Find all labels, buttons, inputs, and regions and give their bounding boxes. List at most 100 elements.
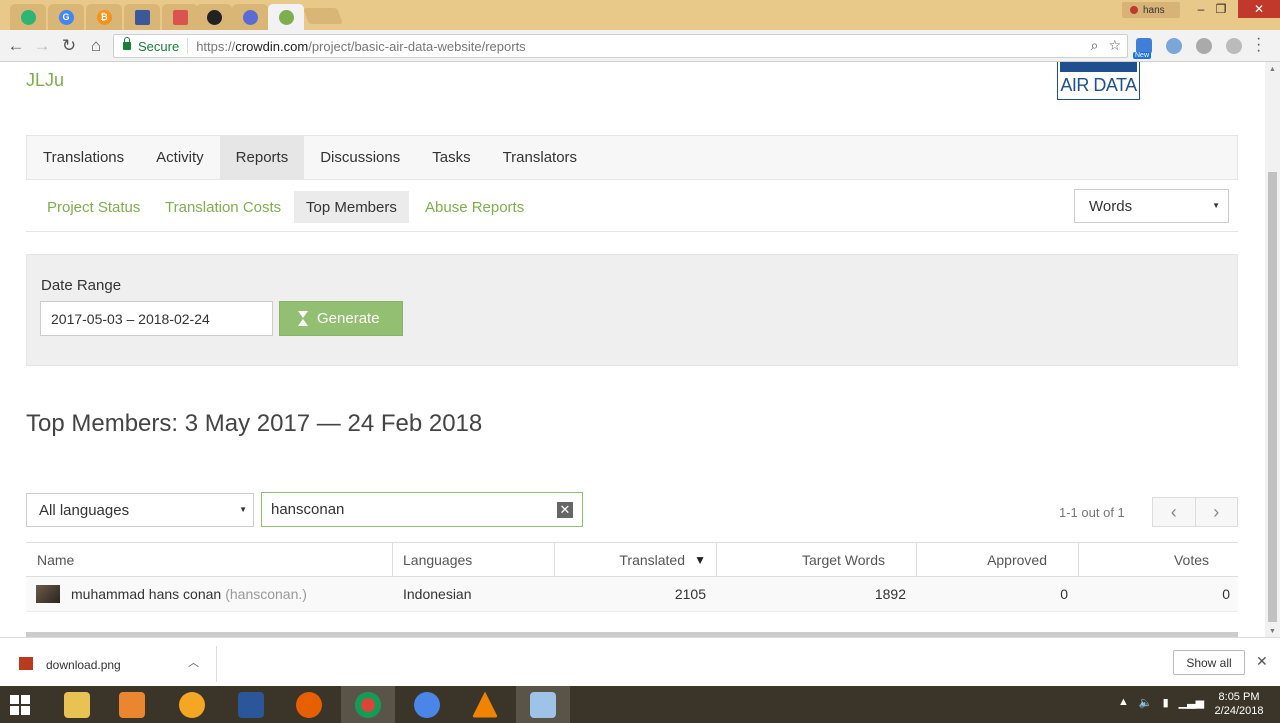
tab-discussions[interactable]: Discussions — [304, 136, 416, 179]
scroll-up-icon[interactable]: ▲ — [1269, 66, 1276, 73]
column-votes[interactable]: Votes — [1079, 543, 1238, 576]
column-translated[interactable]: Translated ▼ — [555, 543, 717, 576]
file-explorer-icon[interactable] — [50, 686, 104, 723]
column-name[interactable]: Name — [26, 543, 393, 576]
menu-kebab-icon[interactable]: · · · — [1256, 31, 1261, 59]
restore-button[interactable]: ❐ — [1206, 0, 1236, 18]
divider — [216, 646, 217, 682]
subnav-abuse-reports[interactable]: Abuse Reports — [413, 191, 536, 223]
profile-icon — [1130, 6, 1138, 14]
member-votes: 0 — [1222, 586, 1230, 602]
paint-icon[interactable] — [516, 686, 570, 723]
browser-tab[interactable] — [232, 4, 268, 30]
scrollbar-thumb[interactable] — [1268, 172, 1277, 622]
units-select[interactable]: Words ▼ — [1074, 189, 1229, 223]
downloads-shelf: download.png ︿ Show all ✕ — [0, 637, 1280, 687]
chrome-icon[interactable] — [341, 686, 395, 723]
caret-down-icon: ▼ — [1212, 201, 1220, 210]
tray-arrow-icon[interactable]: ▲ — [1118, 696, 1129, 709]
forward-arrow-icon[interactable]: → — [30, 34, 54, 58]
browser-tab-github[interactable] — [196, 4, 232, 30]
browser-tab-google[interactable]: G — [48, 4, 84, 30]
profile-button[interactable]: hans — [1122, 2, 1180, 18]
show-all-button[interactable]: Show all — [1173, 650, 1245, 675]
chevron-up-icon[interactable]: ︿ — [188, 654, 199, 670]
new-tab-button[interactable] — [303, 8, 343, 24]
vertical-scrollbar[interactable]: ▲ ▼ — [1265, 62, 1280, 637]
scroll-down-icon[interactable]: ▼ — [1269, 628, 1276, 635]
reload-icon[interactable]: ↻ — [57, 34, 81, 58]
page-content: JLJu AIR DATA Translations Activity Repo… — [0, 62, 1265, 637]
browser-tab[interactable] — [10, 4, 46, 30]
tab-tasks[interactable]: Tasks — [416, 136, 486, 179]
taskbar-clock[interactable]: 8:05 PM 2/24/2018 — [1204, 690, 1274, 718]
table-row[interactable]: muhammad hans conan (hansconan.) Indones… — [26, 577, 1238, 612]
language-filter-select[interactable]: All languages ▼ — [26, 493, 254, 527]
home-icon[interactable]: ⌂ — [84, 34, 108, 58]
vlc-icon[interactable] — [458, 686, 512, 723]
chromium-icon[interactable] — [400, 686, 454, 723]
column-languages[interactable]: Languages — [393, 543, 555, 576]
member-languages: Indonesian — [403, 586, 472, 602]
close-window-button[interactable]: ✕ — [1238, 0, 1280, 18]
extension-icon[interactable] — [1166, 38, 1182, 54]
network-icon[interactable]: ▁▃▅ — [1179, 696, 1204, 709]
zoom-icon[interactable]: ⌕ — [1091, 37, 1099, 54]
close-icon[interactable]: ✕ — [1256, 653, 1268, 670]
tab-reports[interactable]: Reports — [219, 136, 305, 179]
clock-time: 8:05 PM — [1218, 691, 1260, 703]
tab-activity[interactable]: Activity — [140, 136, 220, 179]
user-title[interactable]: JLJu — [26, 70, 64, 91]
extension-icon[interactable] — [1196, 38, 1212, 54]
app-icon[interactable] — [165, 686, 219, 723]
address-bar[interactable]: Secure https://crowdin.com/project/basic… — [113, 34, 1128, 58]
member-cell: muhammad hans conan (hansconan.) — [26, 577, 393, 611]
extension-icon[interactable] — [1226, 38, 1242, 54]
subnav-project-status[interactable]: Project Status — [35, 191, 152, 223]
browser-tab[interactable] — [124, 4, 160, 30]
taskbar: ▲ 🔈 ▮ ▁▃▅ 8:05 PM 2/24/2018 — [0, 686, 1280, 723]
next-page-button[interactable]: › — [1196, 498, 1238, 526]
table-header: Name Languages Translated ▼ Target Words… — [26, 542, 1238, 577]
column-target-words[interactable]: Target Words — [717, 543, 917, 576]
divider — [187, 38, 189, 54]
previous-page-button[interactable]: ‹ — [1153, 498, 1196, 526]
windows-start-icon[interactable] — [10, 695, 30, 715]
word-icon[interactable] — [224, 686, 278, 723]
column-translated-label: Translated — [619, 551, 685, 568]
tab-favicon-icon — [242, 9, 258, 25]
subnav-top-members[interactable]: Top Members — [294, 191, 409, 223]
volume-icon[interactable]: 🔈 — [1139, 696, 1153, 709]
search-value: hansconan — [271, 501, 345, 518]
crowdin-icon — [278, 9, 294, 25]
language-filter-value: All languages — [39, 501, 130, 519]
bookmark-star-icon[interactable]: ☆ — [1108, 37, 1121, 54]
subnav-translation-costs[interactable]: Translation Costs — [153, 191, 293, 223]
system-tray: ▲ 🔈 ▮ ▁▃▅ — [1118, 696, 1204, 709]
member-search-input[interactable]: hansconan ✕ — [261, 492, 583, 527]
date-range-input[interactable]: 2017-05-03 – 2018-02-24 — [40, 301, 273, 336]
column-approved[interactable]: Approved — [917, 543, 1079, 576]
download-file-name[interactable]: download.png — [46, 658, 121, 672]
tab-favicon-icon — [134, 9, 150, 25]
tab-translations[interactable]: Translations — [27, 136, 140, 179]
profile-name: hans — [1143, 4, 1165, 16]
sort-desc-icon: ▼ — [694, 552, 706, 567]
tab-translators[interactable]: Translators — [487, 136, 593, 179]
browser-tab[interactable] — [162, 4, 198, 30]
browser-tab-bitcoin[interactable]: ₿ — [86, 4, 122, 30]
firefox-icon[interactable] — [282, 686, 336, 723]
browser-tab-crowdin-active[interactable] — [268, 4, 304, 30]
media-player-icon[interactable] — [105, 686, 159, 723]
avatar — [36, 585, 60, 603]
member-name[interactable]: muhammad hans conan — [71, 586, 221, 602]
secure-label: Secure — [138, 38, 180, 54]
github-icon — [206, 9, 222, 25]
clear-search-icon[interactable]: ✕ — [557, 502, 573, 518]
page-title: Top Members: 3 May 2017 — 24 Feb 2018 — [26, 410, 483, 437]
member-approved: 0 — [1060, 586, 1068, 602]
generate-button[interactable]: Generate — [279, 301, 403, 336]
back-arrow-icon[interactable]: ← — [4, 34, 28, 58]
generate-label: Generate — [317, 310, 380, 327]
battery-icon[interactable]: ▮ — [1163, 696, 1169, 709]
